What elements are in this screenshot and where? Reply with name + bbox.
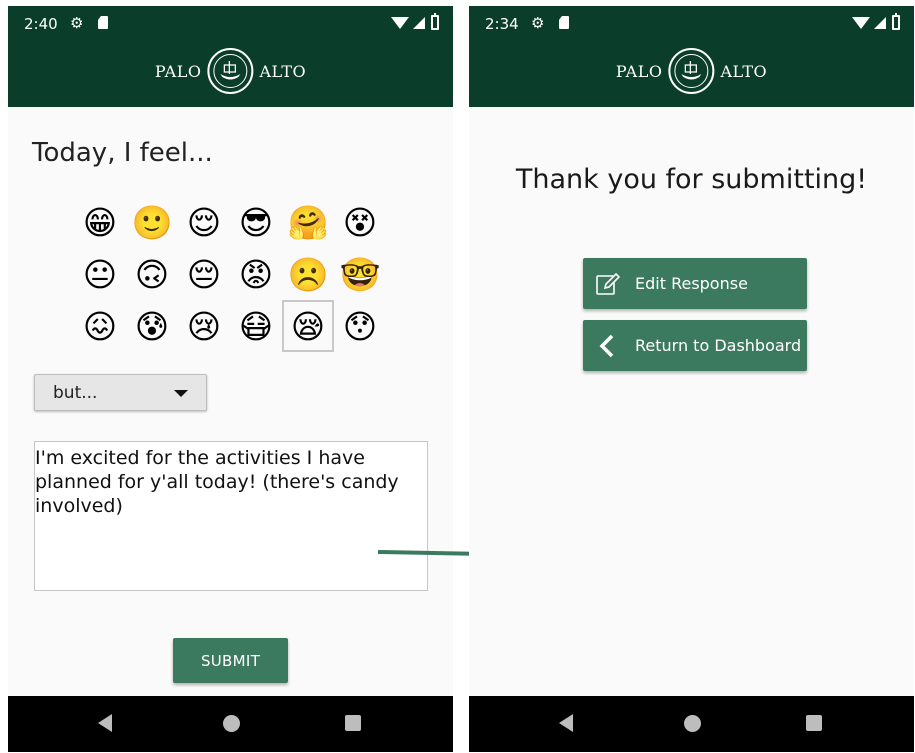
emoji-neutral[interactable]: 😐 <box>74 248 126 300</box>
edit-response-label: Edit Response <box>635 274 748 293</box>
qualifier-dropdown[interactable]: but... <box>34 374 207 411</box>
emoji-angry[interactable]: 😡 <box>230 248 282 300</box>
logo-word-left: PALO <box>615 61 663 81</box>
logo-word-left: PALO <box>154 61 202 81</box>
sd-card-icon <box>98 16 108 29</box>
wifi-icon <box>852 17 870 29</box>
status-bar: 2:40 ⚙ <box>8 6 453 40</box>
comparison-stage: 2:40 ⚙ PALO ALTO Today, I feel... 😁 🙂 😌 … <box>0 0 915 753</box>
emoji-mask[interactable]: 😷 <box>230 300 282 352</box>
emoji-picker-grid: 😁 🙂 😌 😎 🤗 😵 😐 🙃 😔 😡 ☹️ 🤓 😖 😰 😢 😷 😪 😯 <box>74 196 394 352</box>
feeling-prompt-title: Today, I feel... <box>32 138 213 168</box>
emoji-pensive[interactable]: 😔 <box>178 248 230 300</box>
emoji-hugging[interactable]: 🤗 <box>282 196 334 248</box>
emoji-sleepy-selected[interactable]: 😪 <box>282 300 334 352</box>
home-icon[interactable] <box>222 715 240 732</box>
dropdown-selected-value: but... <box>53 383 98 403</box>
caret-down-icon <box>174 390 188 397</box>
chevron-left-icon <box>595 333 621 359</box>
phone-screen-mood-entry: 2:40 ⚙ PALO ALTO Today, I feel... 😁 🙂 😌 … <box>8 6 453 752</box>
emoji-sunglasses[interactable]: 😎 <box>230 196 282 248</box>
app-header: PALO ALTO <box>469 40 914 107</box>
back-icon[interactable] <box>98 714 112 732</box>
home-icon[interactable] <box>683 715 701 732</box>
android-nav-bar <box>8 696 453 752</box>
response-text-area[interactable]: I'm excited for the activities I have pl… <box>34 441 428 591</box>
viking-ship-seal-icon <box>207 48 254 94</box>
status-bar: 2:34 ⚙ <box>469 6 914 40</box>
viking-ship-seal-icon <box>668 48 715 94</box>
submit-button[interactable]: SUBMIT <box>173 638 288 683</box>
emoji-relieved[interactable]: 😌 <box>178 196 230 248</box>
school-logo: PALO ALTO <box>616 48 767 94</box>
android-nav-bar <box>469 696 914 752</box>
emoji-frowning[interactable]: ☹️ <box>282 248 334 300</box>
emoji-hushed[interactable]: 😯 <box>334 300 386 352</box>
app-header: PALO ALTO <box>8 40 453 107</box>
recent-apps-icon[interactable] <box>345 715 361 731</box>
return-to-dashboard-button[interactable]: Return to Dashboard <box>583 320 807 371</box>
logo-word-right: ALTO <box>259 61 307 81</box>
battery-icon <box>431 13 439 30</box>
emoji-grimacing[interactable]: 😁 <box>74 196 126 248</box>
phone-screen-confirmation: 2:34 ⚙ PALO ALTO Thank you for submittin… <box>469 6 914 752</box>
edit-response-button[interactable]: Edit Response <box>583 258 807 309</box>
emoji-slight-smile[interactable]: 🙂 <box>126 196 178 248</box>
gear-icon: ⚙ <box>531 14 545 32</box>
sd-card-icon <box>559 16 569 29</box>
emoji-confounded[interactable]: 😖 <box>74 300 126 352</box>
emoji-upside-down[interactable]: 🙃 <box>126 248 178 300</box>
status-time: 2:34 <box>485 15 519 33</box>
edit-pencil-icon <box>595 271 621 297</box>
cell-signal-icon <box>874 17 886 29</box>
back-icon[interactable] <box>559 714 573 732</box>
wifi-icon <box>391 17 409 29</box>
school-logo: PALO ALTO <box>155 48 306 94</box>
confirmation-message: Thank you for submitting! <box>515 164 868 195</box>
cell-signal-icon <box>413 17 425 29</box>
emoji-crying[interactable]: 😢 <box>178 300 230 352</box>
status-time: 2:40 <box>24 15 58 33</box>
gear-icon: ⚙ <box>70 14 84 32</box>
return-to-dashboard-label: Return to Dashboard <box>635 336 802 355</box>
emoji-dizzy[interactable]: 😵 <box>334 196 386 248</box>
battery-icon <box>892 13 900 30</box>
logo-word-right: ALTO <box>720 61 768 81</box>
recent-apps-icon[interactable] <box>806 715 822 731</box>
emoji-anxious-sweat[interactable]: 😰 <box>126 300 178 352</box>
emoji-nerd[interactable]: 🤓 <box>334 248 386 300</box>
